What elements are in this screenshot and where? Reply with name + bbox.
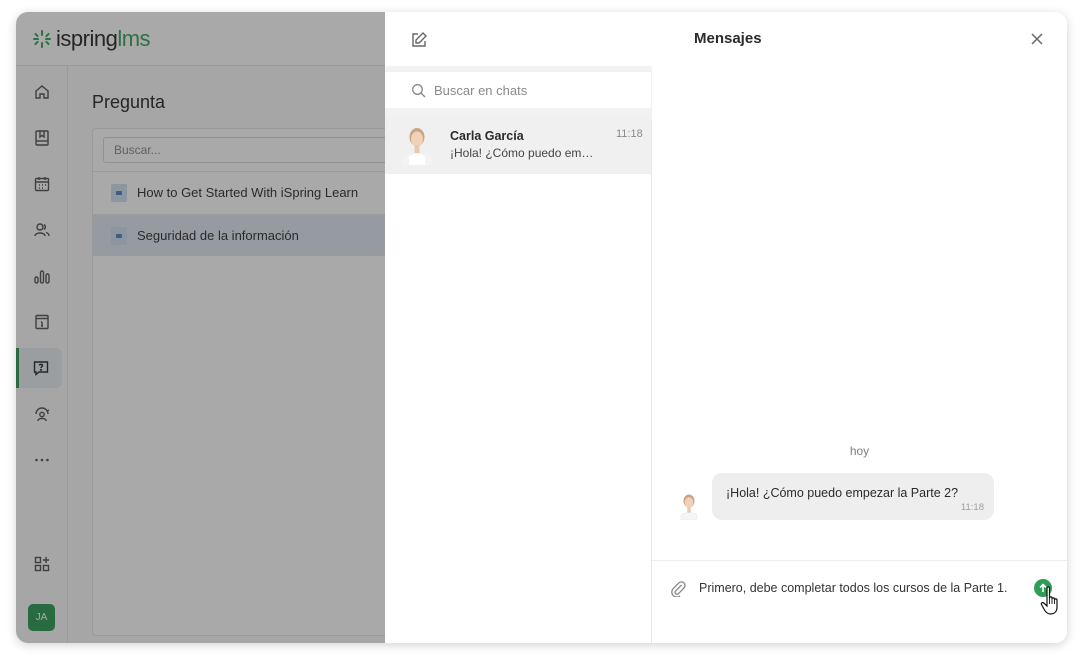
- search-icon: [412, 83, 426, 97]
- chat-list-header: Buscar en chats: [385, 66, 652, 121]
- chat-search-input[interactable]: Buscar en chats: [385, 72, 651, 108]
- message-time: 11:18: [960, 502, 984, 513]
- lms-app: ispringlms JA Pregunta Buscar... How to …: [16, 12, 393, 643]
- attach-icon[interactable]: [669, 579, 687, 597]
- conversation: hoy ¡Hola! ¿Cómo puedo empezar la Parte …: [652, 66, 1067, 643]
- app-window: ispringlms JA Pregunta Buscar... How to …: [16, 12, 1067, 643]
- chat-search-placeholder: Buscar en chats: [434, 82, 528, 98]
- panel-header: Mensajes: [385, 12, 1067, 66]
- message-input[interactable]: Primero, debe completar todos los cursos…: [699, 581, 1007, 595]
- modal-overlay[interactable]: [16, 12, 385, 643]
- cursor-icon: [1040, 586, 1058, 615]
- close-icon[interactable]: [1029, 31, 1045, 47]
- day-separator: hoy: [849, 444, 870, 458]
- compose-icon[interactable]: [409, 30, 429, 50]
- sender-avatar: [680, 494, 698, 520]
- messages-panel: Mensajes Buscar en chats Carla García 11…: [385, 12, 1067, 643]
- chat-item[interactable]: Carla García 11:18 ¡Hola! ¿Cómo puedo em…: [385, 117, 651, 174]
- contact-avatar: [401, 128, 433, 165]
- message-bubble: ¡Hola! ¿Cómo puedo empezar la Parte 2? 1…: [712, 473, 994, 520]
- chat-time: 11:18: [616, 128, 643, 140]
- message-composer: Primero, debe completar todos los cursos…: [652, 560, 1067, 643]
- chat-contact-name: Carla García: [450, 129, 524, 143]
- chat-preview: ¡Hola! ¿Cómo puedo empezar la Parte 2?: [450, 146, 600, 160]
- message-text: ¡Hola! ¿Cómo puedo empezar la Parte 2?: [726, 486, 959, 500]
- chat-list: Buscar en chats Carla García 11:18 ¡Hola…: [385, 66, 652, 643]
- panel-title: Mensajes: [694, 30, 762, 47]
